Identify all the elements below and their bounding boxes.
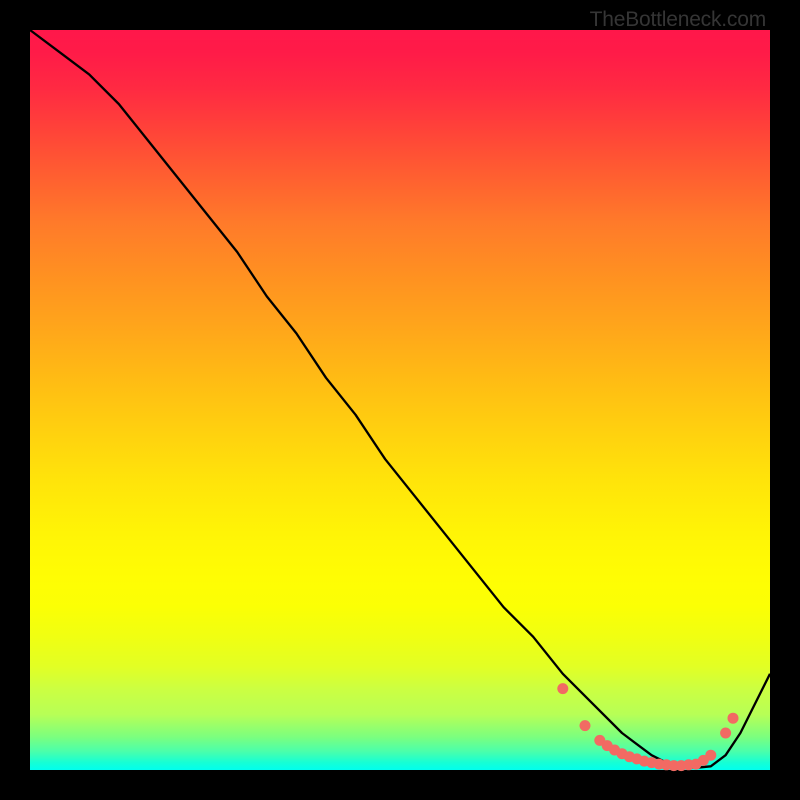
curve-overlay — [0, 0, 800, 800]
figure-container: TheBottleneck.com — [0, 0, 800, 800]
